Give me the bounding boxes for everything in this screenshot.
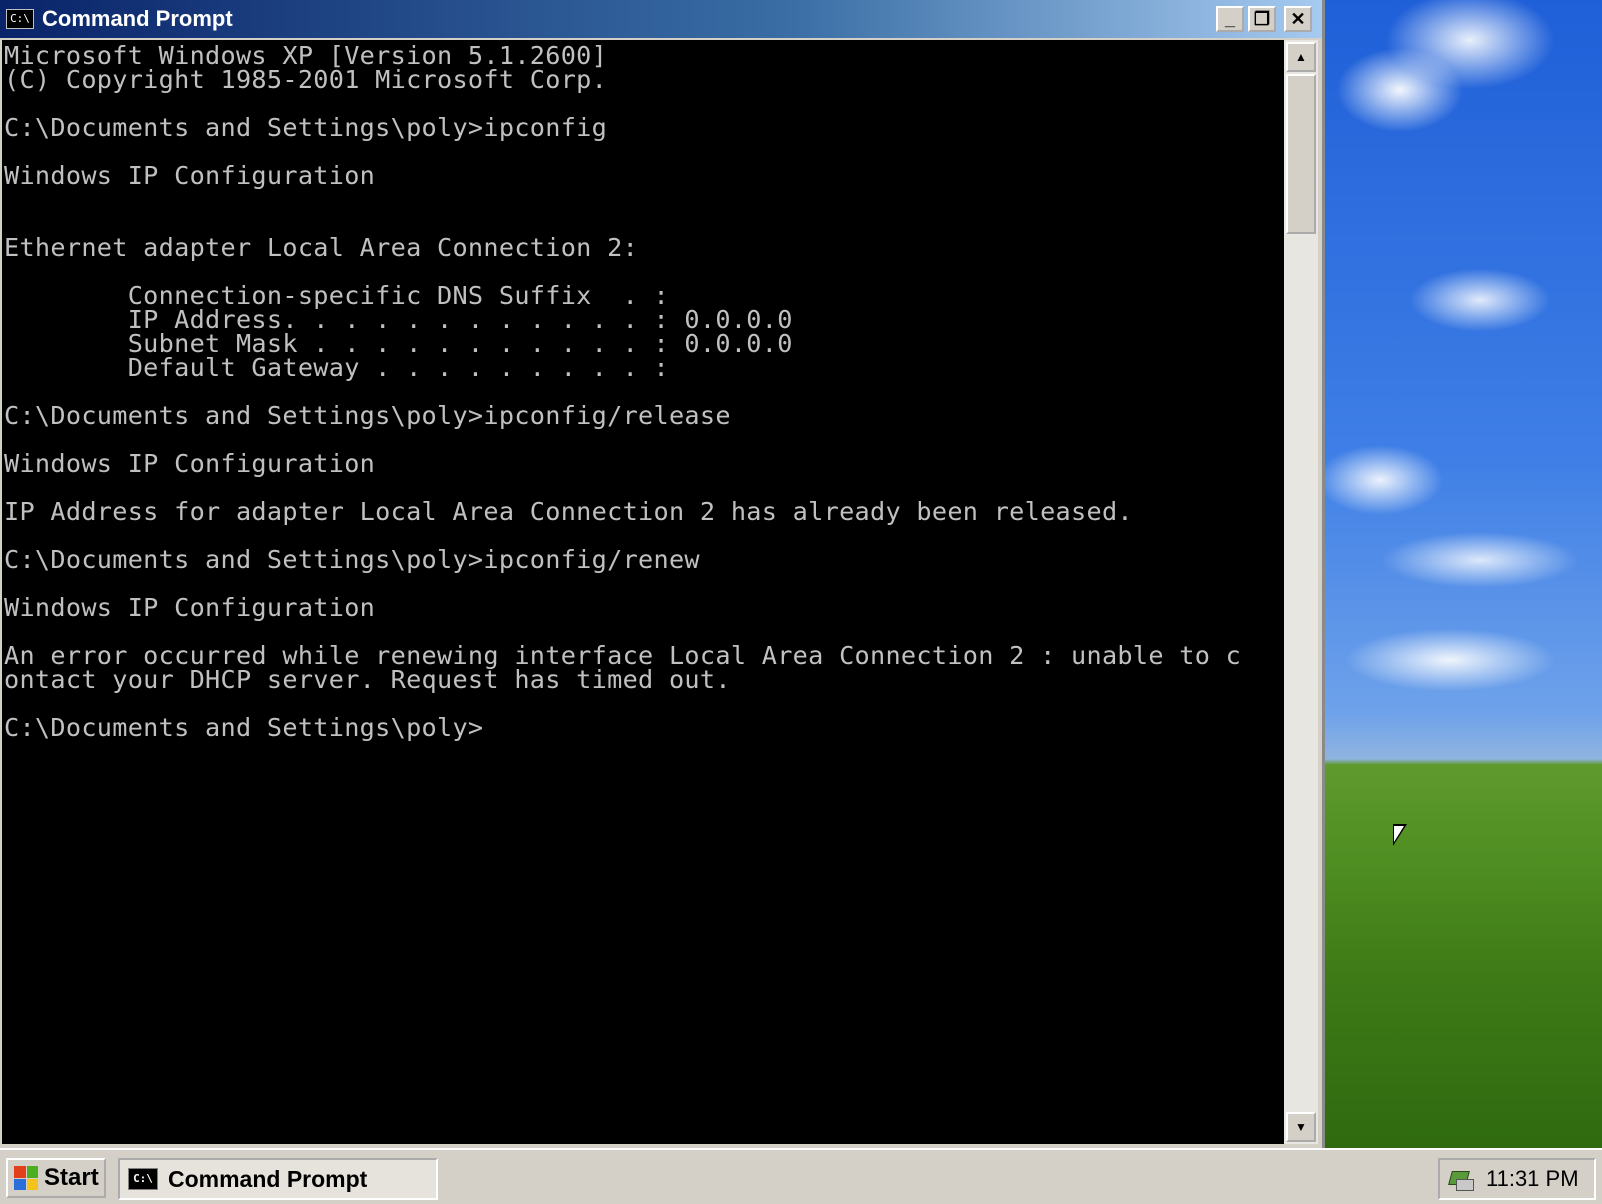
window-title: Command Prompt: [42, 6, 233, 31]
taskbar: Start C:\ Command Prompt 11:31 PM: [0, 1148, 1602, 1204]
close-button[interactable]: ✕: [1284, 6, 1312, 32]
console-text: Microsoft Windows XP [Version 5.1.2600] …: [4, 41, 1242, 742]
restore-icon: ❐: [1253, 9, 1271, 29]
start-label: Start: [44, 1164, 99, 1191]
windows-logo-icon: [14, 1166, 38, 1190]
taskbar-item-command-prompt[interactable]: C:\ Command Prompt: [118, 1158, 438, 1200]
console-icon: C:\: [128, 1168, 158, 1190]
system-tray: 11:31 PM: [1438, 1158, 1596, 1200]
vertical-scrollbar[interactable]: ▲ ▼: [1284, 40, 1318, 1144]
command-prompt-window[interactable]: C:\ Command Prompt _ ❐ ✕ Microsoft Windo…: [0, 0, 1325, 1148]
arrow-down-icon: ▼: [1295, 1120, 1307, 1134]
scroll-up-button[interactable]: ▲: [1286, 42, 1316, 72]
minimize-icon: _: [1224, 9, 1235, 29]
arrow-up-icon: ▲: [1295, 50, 1307, 64]
taskbar-item-label: Command Prompt: [168, 1165, 368, 1192]
minimize-button[interactable]: _: [1216, 6, 1244, 32]
clock[interactable]: 11:31 PM: [1486, 1166, 1579, 1192]
network-icon[interactable]: [1448, 1167, 1474, 1191]
scrollbar-thumb[interactable]: [1286, 74, 1316, 234]
console-icon[interactable]: C:\: [6, 9, 34, 29]
start-button[interactable]: Start: [6, 1158, 106, 1198]
mouse-cursor-icon: [1393, 824, 1407, 846]
restore-button[interactable]: ❐: [1248, 6, 1276, 32]
window-titlebar[interactable]: C:\ Command Prompt _ ❐ ✕: [0, 0, 1322, 38]
scroll-down-button[interactable]: ▼: [1286, 1112, 1316, 1142]
console-output-area[interactable]: Microsoft Windows XP [Version 5.1.2600] …: [2, 40, 1284, 1144]
close-icon: ✕: [1290, 9, 1306, 29]
